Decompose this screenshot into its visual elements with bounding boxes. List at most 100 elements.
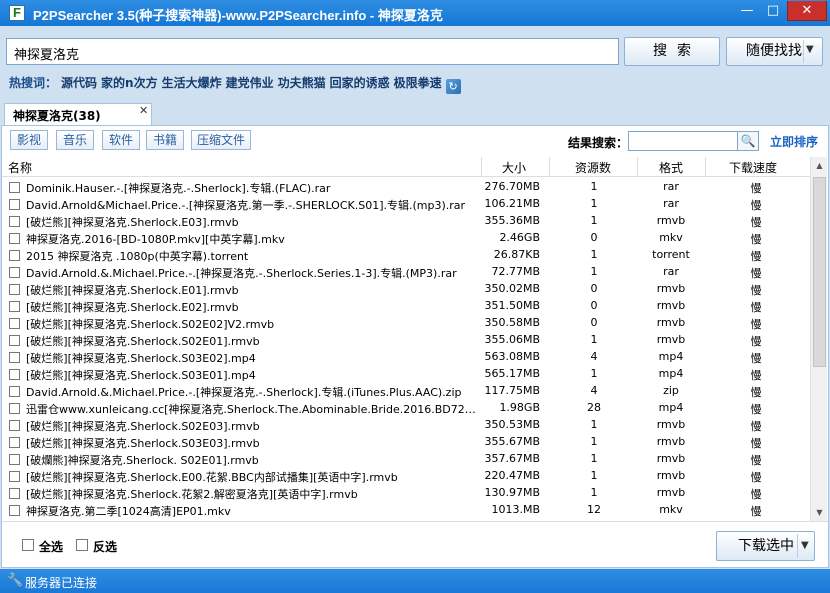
refresh-icon[interactable]: ↻ [445, 79, 461, 94]
row-speed: 慢 [750, 267, 762, 280]
hot-word-link[interactable]: 功夫熊猫 [278, 76, 326, 90]
table-row[interactable]: 2015 神探夏洛克 .1080p(中英字幕).torrent 26.87KB 1 t… [2, 247, 810, 264]
invert-selection-checkbox[interactable] [76, 539, 88, 551]
table-row[interactable]: [破烂熊][神探夏洛克.Sherlock.S03E03].rmvb 355.67M… [2, 434, 810, 451]
row-checkbox[interactable] [9, 403, 20, 414]
table-row[interactable]: [破烂熊][神探夏洛克.Sherlock.花絮2.解密夏洛克][英语中字].rm… [2, 485, 810, 502]
hot-word-link[interactable]: 源代码 [61, 76, 97, 90]
table-row[interactable]: [破烂熊][神探夏洛克.Sherlock.E02].rmvb 351.50MB 0 r… [2, 298, 810, 315]
row-checkbox[interactable] [9, 301, 20, 312]
hot-word-link[interactable]: 家的n次方 [101, 76, 158, 90]
filter-video-button[interactable]: 影视 [10, 130, 48, 150]
search-button[interactable]: 搜索 [624, 37, 720, 66]
row-sources: 1 [590, 214, 598, 227]
column-divider[interactable] [481, 157, 482, 177]
maximize-button[interactable]: □ [759, 1, 787, 21]
search-input[interactable]: 神探夏洛克 [6, 38, 619, 65]
table-row[interactable]: [破爛熊]神探夏洛克.Sherlock. S02E01].rmvb 357.67M… [2, 451, 810, 468]
row-name: [破烂熊][神探夏洛克.Sherlock.E02].rmvb [26, 301, 239, 314]
row-size: 355.06MB [484, 333, 540, 346]
row-checkbox[interactable] [9, 267, 20, 278]
sort-now-link[interactable]: 立即排序 [770, 133, 818, 150]
chevron-down-icon[interactable]: ▼ [801, 540, 809, 551]
filter-books-button[interactable]: 书籍 [146, 130, 184, 150]
table-row[interactable]: [破烂熊][神探夏洛克.Sherlock.S03E02].mp4 563.08MB… [2, 349, 810, 366]
row-checkbox[interactable] [9, 454, 20, 465]
row-checkbox[interactable] [9, 335, 20, 346]
row-size: 106.21MB [484, 197, 540, 210]
row-format: mkv [659, 231, 683, 244]
column-divider[interactable] [637, 157, 638, 177]
table-row[interactable]: [破烂熊][神探夏洛克.Sherlock.S02E03].rmvb 350.53M… [2, 417, 810, 434]
row-checkbox[interactable] [9, 233, 20, 244]
row-checkbox[interactable] [9, 488, 20, 499]
row-checkbox[interactable] [9, 318, 20, 329]
row-checkbox[interactable] [9, 352, 20, 363]
row-checkbox[interactable] [9, 284, 20, 295]
hot-word-link[interactable]: 极限拳速 [394, 76, 442, 90]
chevron-down-icon[interactable]: ▼ [806, 44, 814, 55]
row-checkbox[interactable] [9, 369, 20, 380]
row-sources: 0 [590, 299, 598, 312]
row-size: 117.75MB [484, 384, 540, 397]
filter-music-button[interactable]: 音乐 [56, 130, 94, 150]
table-row[interactable]: 神探夏洛克.2016-[BD-1080P.mkv][中英字幕].mkv 2.46G… [2, 230, 810, 247]
table-row[interactable]: [破烂熊][神探夏洛克.Sherlock.E01].rmvb 350.02MB 0 r… [2, 281, 810, 298]
row-name: [破烂熊][神探夏洛克.Sherlock.E03].rmvb [26, 216, 239, 229]
column-header-sources[interactable]: 资源数 [575, 159, 611, 176]
row-checkbox[interactable] [9, 471, 20, 482]
table-row[interactable]: [破烂熊][神探夏洛克.Sherlock.S02E02]V2.rmvb 350.5… [2, 315, 810, 332]
row-checkbox[interactable] [9, 250, 20, 261]
column-divider[interactable] [705, 157, 706, 177]
row-format: mp4 [658, 350, 684, 363]
row-checkbox[interactable] [9, 199, 20, 210]
hot-word-link[interactable]: 回家的诱惑 [330, 76, 390, 90]
close-button[interactable]: ✕ [787, 1, 827, 21]
row-checkbox[interactable] [9, 420, 20, 431]
table-row[interactable]: Dominik.Hauser.-.[神探夏洛克.-.Sherlock].专辑.(… [2, 179, 810, 196]
hot-word-link[interactable]: 生活大爆炸 [162, 76, 222, 90]
table-row[interactable]: [破烂熊][神探夏洛克.Sherlock.S02E01].rmvb 355.06M… [2, 332, 810, 349]
table-row[interactable]: David.Arnold&Michael.Price.-.[神探夏洛克.第一季.… [2, 196, 810, 213]
row-format: rar [663, 197, 679, 210]
vertical-scrollbar[interactable]: ▲ ▼ [810, 157, 827, 521]
invert-selection-label[interactable]: 反选 [93, 538, 117, 555]
table-row[interactable]: 神探夏洛克.第二季[1024高清]EP01.mkv 1013.MB 12 mkv 慢 [2, 502, 810, 519]
column-header-speed[interactable]: 下载速度 [729, 159, 777, 176]
column-divider[interactable] [549, 157, 550, 177]
row-checkbox[interactable] [9, 505, 20, 516]
filter-software-button[interactable]: 软件 [102, 130, 140, 150]
row-sources: 1 [590, 180, 598, 193]
scroll-down-icon[interactable]: ▼ [811, 504, 828, 521]
select-all-label[interactable]: 全选 [39, 538, 63, 555]
row-checkbox[interactable] [9, 216, 20, 227]
table-header: 名称 大小 资源数 格式 下载速度 [2, 157, 810, 177]
search-icon[interactable]: 🔍 [737, 131, 759, 151]
scroll-thumb[interactable] [813, 177, 826, 367]
table-row[interactable]: David.Arnold.&.Michael.Price.-.[神探夏洛克.-.… [2, 264, 810, 281]
tab-search-result[interactable]: 神探夏洛克(38) ✕ [4, 103, 152, 125]
row-checkbox[interactable] [9, 182, 20, 193]
table-row[interactable]: [破烂熊][神探夏洛克.Sherlock.S03E01].mp4 565.17MB… [2, 366, 810, 383]
minimize-button[interactable]: — [733, 1, 761, 21]
close-icon[interactable]: ✕ [139, 104, 148, 117]
filter-archives-button[interactable]: 压缩文件 [191, 130, 251, 150]
table-row[interactable]: 迅雷仓www.xunleicang.cc[神探夏洛克.Sherlock.The.… [2, 400, 810, 417]
row-size: 276.70MB [484, 180, 540, 193]
row-checkbox[interactable] [9, 437, 20, 448]
column-header-size[interactable]: 大小 [502, 159, 526, 176]
random-button-divider [803, 40, 804, 63]
table-row[interactable]: David.Arnold.&.Michael.Price.-.[神探夏洛克.-.… [2, 383, 810, 400]
row-speed: 慢 [750, 471, 762, 484]
row-format: rmvb [656, 435, 686, 448]
table-row[interactable]: [破烂熊][神探夏洛克.Sherlock.E00.花絮.BBC内部试播集][英语… [2, 468, 810, 485]
scroll-up-icon[interactable]: ▲ [811, 157, 828, 174]
column-header-format[interactable]: 格式 [659, 159, 683, 176]
table-row[interactable]: [破烂熊][神探夏洛克.Sherlock.E03].rmvb 355.36MB 1 r… [2, 213, 810, 230]
hot-word-link[interactable]: 建党伟业 [226, 76, 274, 90]
result-search-input[interactable] [628, 131, 738, 151]
row-checkbox[interactable] [9, 386, 20, 397]
row-sources: 1 [590, 469, 598, 482]
column-header-name[interactable]: 名称 [8, 159, 32, 176]
select-all-checkbox[interactable] [22, 539, 34, 551]
